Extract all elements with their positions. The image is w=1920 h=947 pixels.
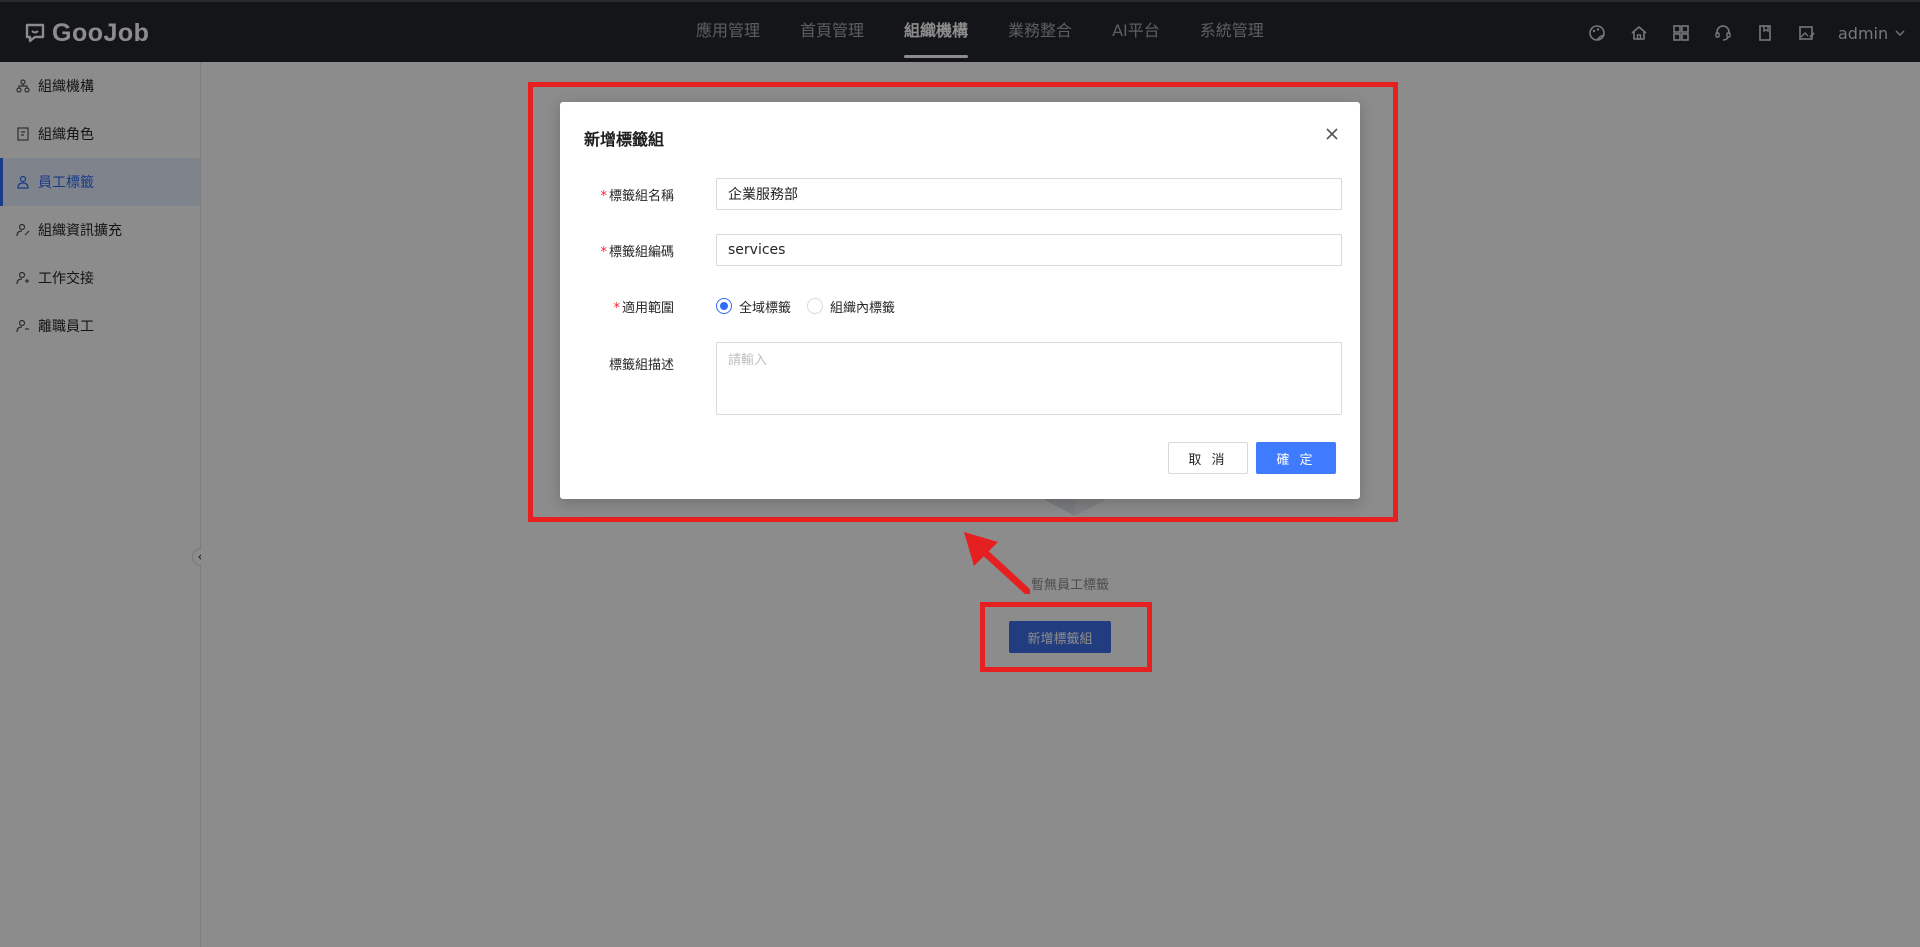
annotation-highlight-add-button [980,602,1152,672]
annotation-arrow-icon [964,532,1030,594]
annotation-highlight-modal [528,82,1398,522]
